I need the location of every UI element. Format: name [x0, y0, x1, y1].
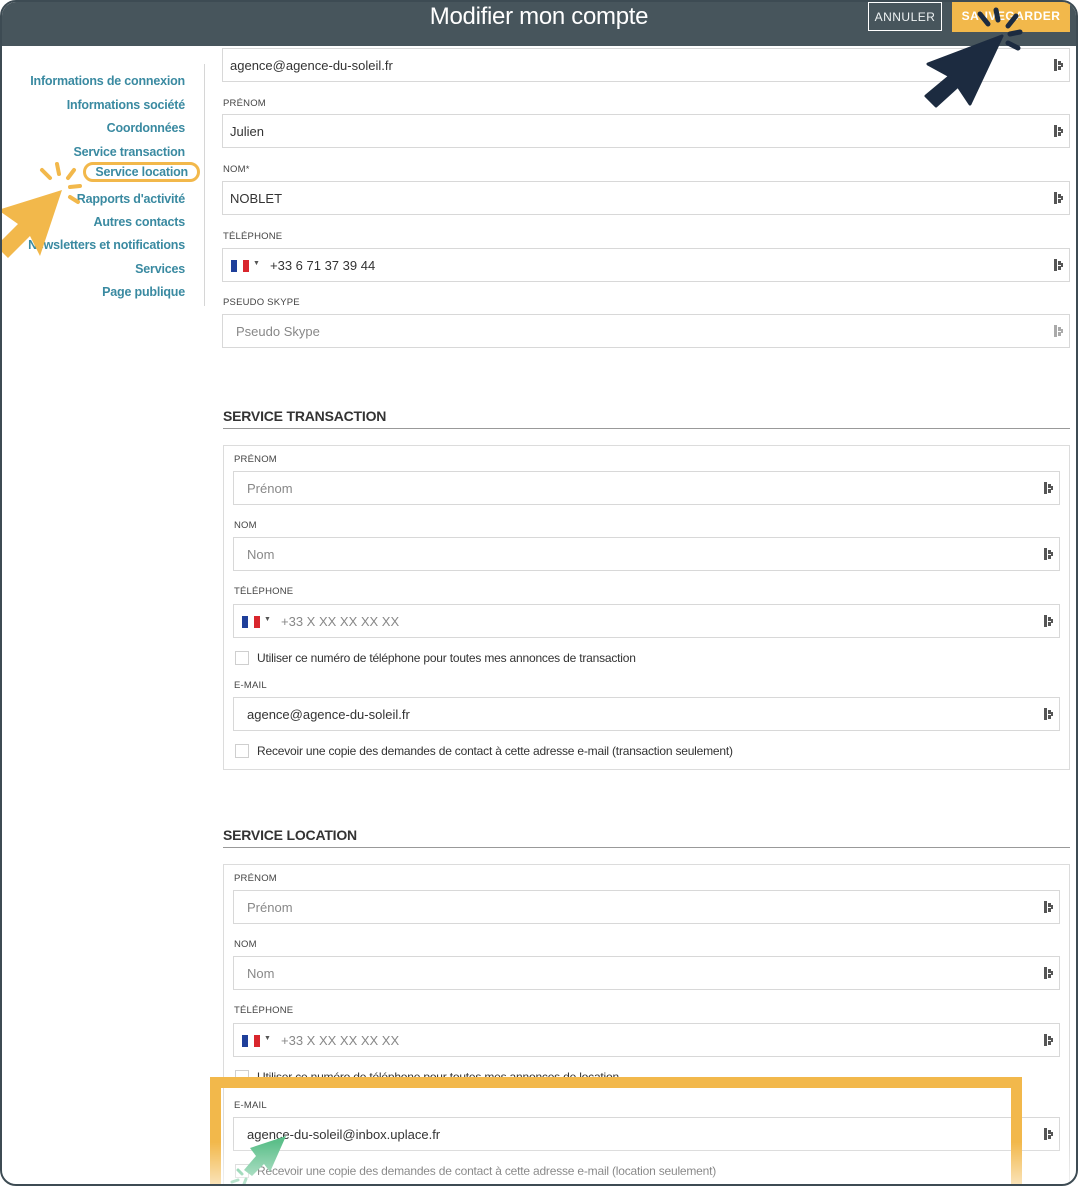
nom-label: NOM* — [223, 164, 250, 175]
telephone-value: +33 6 71 37 39 44 — [270, 258, 376, 273]
pointer-cursor-icon — [230, 1136, 286, 1184]
key-icon — [1054, 259, 1063, 271]
location-prenom-input[interactable]: Prénom — [233, 890, 1060, 924]
transaction-copy-checkbox[interactable] — [235, 744, 249, 758]
telephone-label: TÉLÉPHONE — [223, 231, 283, 242]
transaction-prenom-label: PRÉNOM — [234, 454, 277, 465]
nom-field[interactable]: NOBLET — [222, 181, 1070, 215]
chevron-down-icon[interactable]: ▼ — [264, 616, 271, 623]
sidebar-item-transaction[interactable]: Service transaction — [73, 145, 185, 159]
transaction-email-label: E-MAIL — [234, 680, 267, 691]
transaction-use-phone-checkbox[interactable] — [235, 651, 249, 665]
transaction-telephone-input[interactable]: ▼ +33 X XX XX XX XX — [233, 604, 1060, 638]
key-icon — [1044, 901, 1053, 913]
location-nom-placeholder: Nom — [247, 966, 275, 981]
key-icon — [1054, 325, 1063, 337]
transaction-prenom-input[interactable]: Prénom — [233, 471, 1060, 505]
location-telephone-placeholder: +33 X XX XX XX XX — [281, 1033, 400, 1048]
transaction-telephone-placeholder: +33 X XX XX XX XX — [281, 614, 400, 629]
transaction-telephone-label: TÉLÉPHONE — [234, 586, 294, 597]
prenom-label: PRÉNOM — [223, 98, 266, 109]
sidebar-divider — [204, 64, 205, 306]
sidebar-item-rapports[interactable]: Rapports d'activité — [77, 192, 185, 206]
transaction-use-phone-label: Utiliser ce numéro de téléphone pour tou… — [257, 651, 636, 665]
location-telephone-input[interactable]: ▼ +33 X XX XX XX XX — [233, 1023, 1060, 1057]
sidebar-item-services[interactable]: Services — [135, 262, 185, 276]
key-icon — [1044, 548, 1053, 560]
telephone-field[interactable]: ▼ +33 6 71 37 39 44 — [222, 248, 1070, 282]
key-icon — [1054, 59, 1063, 71]
flag-fr-icon[interactable] — [231, 260, 249, 272]
app-window: Modifier mon compte ANNULER SAUVEGARDER … — [0, 0, 1078, 1186]
flag-fr-icon[interactable] — [242, 1035, 260, 1047]
transaction-prenom-placeholder: Prénom — [247, 481, 293, 496]
section-rule — [223, 428, 1070, 429]
nom-value: NOBLET — [230, 191, 283, 206]
key-icon — [1044, 967, 1053, 979]
sidebar-item-coordonnees[interactable]: Coordonnées — [107, 121, 186, 135]
highlight-frame — [210, 1077, 1022, 1184]
key-icon — [1044, 482, 1053, 494]
key-icon — [1044, 615, 1053, 627]
sidebar-item-page-publique[interactable]: Page publique — [102, 285, 185, 299]
skype-label: PSEUDO SKYPE — [223, 297, 300, 308]
transaction-nom-input[interactable]: Nom — [233, 537, 1060, 571]
section-title-transaction: SERVICE TRANSACTION — [223, 408, 387, 424]
sidebar-item-autres-contacts[interactable]: Autres contacts — [94, 215, 186, 229]
sidebar-item-location[interactable]: Service location — [83, 162, 200, 182]
pointer-cursor-icon — [2, 162, 82, 258]
transaction-panel: PRÉNOM Prénom NOM Nom TÉLÉPHONE ▼ +33 X … — [223, 445, 1070, 770]
location-nom-label: NOM — [234, 939, 257, 950]
section-title-location: SERVICE LOCATION — [223, 827, 357, 843]
pointer-cursor-icon — [924, 7, 1023, 108]
location-prenom-label: PRÉNOM — [234, 873, 277, 884]
key-icon — [1054, 192, 1063, 204]
key-icon — [1044, 1034, 1053, 1046]
sidebar-item-societe[interactable]: Informations société — [67, 98, 185, 112]
flag-fr-icon[interactable] — [242, 616, 260, 628]
key-icon — [1044, 1128, 1053, 1140]
skype-placeholder: Pseudo Skype — [236, 324, 320, 339]
chevron-down-icon[interactable]: ▼ — [264, 1035, 271, 1042]
prenom-field[interactable]: Julien — [222, 114, 1070, 148]
key-icon — [1044, 708, 1053, 720]
location-telephone-label: TÉLÉPHONE — [234, 1005, 294, 1016]
key-icon — [1054, 125, 1063, 137]
email-value: agence@agence-du-soleil.fr — [230, 58, 393, 73]
transaction-email-value: agence@agence-du-soleil.fr — [247, 707, 410, 722]
skype-field[interactable]: Pseudo Skype — [222, 314, 1070, 348]
chevron-down-icon[interactable]: ▼ — [253, 260, 260, 267]
prenom-value: Julien — [230, 124, 264, 139]
transaction-copy-label: Recevoir une copie des demandes de conta… — [257, 744, 733, 758]
transaction-nom-placeholder: Nom — [247, 547, 275, 562]
transaction-email-input[interactable]: agence@agence-du-soleil.fr — [233, 697, 1060, 731]
transaction-nom-label: NOM — [234, 520, 257, 531]
location-prenom-placeholder: Prénom — [247, 900, 293, 915]
location-nom-input[interactable]: Nom — [233, 956, 1060, 990]
section-rule — [223, 847, 1070, 848]
header-bar: Modifier mon compte ANNULER SAUVEGARDER — [2, 2, 1076, 46]
sidebar-item-connexion[interactable]: Informations de connexion — [30, 74, 185, 88]
